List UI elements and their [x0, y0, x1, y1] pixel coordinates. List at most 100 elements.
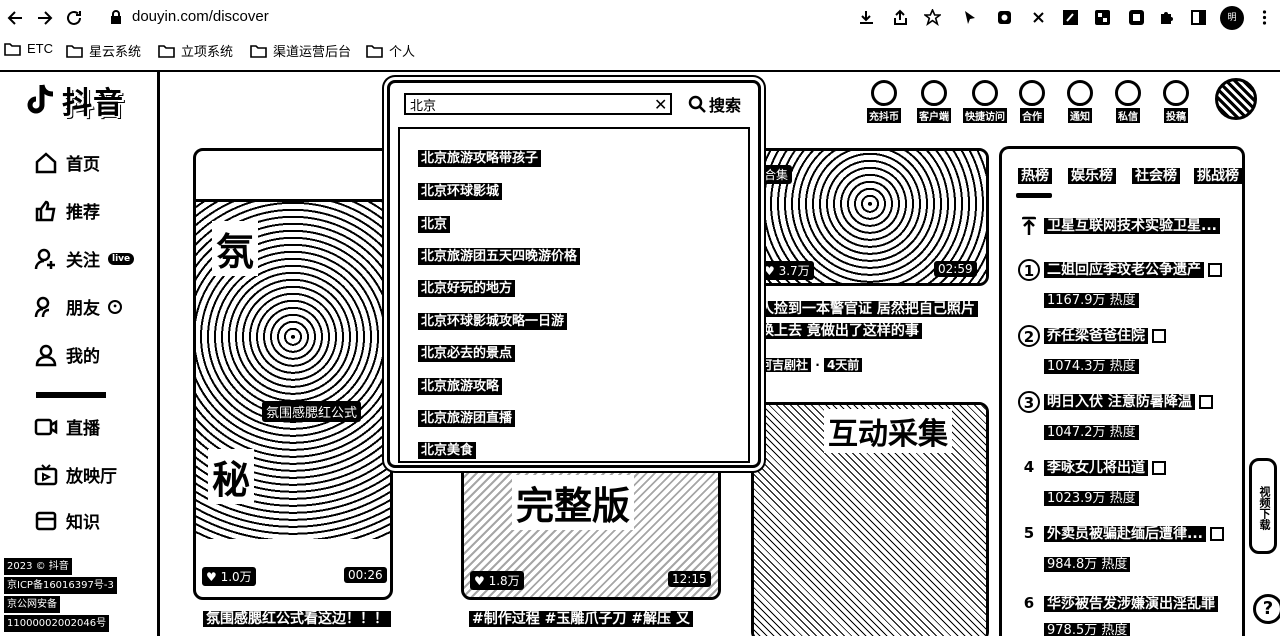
sidebar-item-follow[interactable]: 关注 live [34, 246, 135, 271]
sidebar-item-label: 直播 [66, 419, 100, 439]
main-content: 氛 秘 氛围感腮红公式 ♥ 1.0万 00:26 氛围感腮红公式看这边！！！ 完… [163, 72, 1280, 636]
video-title[interactable]: #制作过程 #玉雕爪子刀 #解压 又 [469, 608, 719, 630]
thumb-text: 氛 [212, 221, 259, 276]
url-field[interactable]: douyin.com/discover [132, 8, 269, 25]
hot-item[interactable]: 5 外卖员被骗赴缅后遭律... 984.8万 热度 [1018, 523, 1238, 579]
video-author[interactable]: 阿吉剧社 [757, 358, 812, 372]
help-button[interactable]: ? [1253, 594, 1280, 624]
search-button-label: 搜索 [709, 96, 742, 115]
profile-avatar[interactable]: 明 [1220, 6, 1244, 30]
sidebar-item-knowledge[interactable]: 知识 [34, 508, 100, 533]
police-record[interactable]: 京公网安备 [4, 596, 60, 613]
tab-society[interactable]: 社会榜 [1132, 165, 1180, 185]
cursor-ext-icon[interactable] [962, 9, 979, 26]
top-cooperate[interactable]: 合作 [1009, 80, 1055, 123]
bookmark-xingyun[interactable]: 星云系统 [66, 41, 141, 60]
sidebar-item-home[interactable]: 首页 [34, 150, 100, 175]
search-button[interactable]: 搜索 [688, 92, 741, 116]
video-card[interactable]: 氛 秘 氛围感腮红公式 ♥ 1.0万 00:26 [193, 148, 393, 600]
ext-square-icon[interactable] [1128, 9, 1145, 26]
suggestion-item[interactable]: 北京好玩的地方 [418, 277, 516, 297]
star-icon[interactable] [924, 9, 941, 26]
suggestion-item[interactable]: 北京旅游攻略 [418, 375, 503, 395]
suggestion-item[interactable]: 北京必去的景点 [418, 342, 516, 362]
video-download-float[interactable]: 视频下载 [1249, 458, 1277, 554]
top-recharge[interactable]: 充抖币 [861, 80, 907, 123]
top-notify[interactable]: 通知 [1057, 80, 1103, 123]
hot-rank: 1 [1018, 259, 1040, 281]
video-title[interactable]: 人捡到一本警官证 居然把自己照片换上去 竟做出了这样的事 [757, 298, 987, 342]
hot-item[interactable]: 4 李咏女儿将出道 1023.9万 热度 [1018, 457, 1238, 513]
video-title[interactable]: 氛围感腮红公式看这边！！！ [203, 608, 393, 630]
clear-icon[interactable]: ✕ [654, 95, 667, 114]
thumb-text: 互动采集 [824, 409, 952, 453]
user-avatar[interactable] [1215, 78, 1257, 120]
top-upload[interactable]: 投稿 [1153, 80, 1199, 123]
tab-hot[interactable]: 热榜 [1018, 165, 1052, 185]
bookmark-qudao[interactable]: 渠道运营后台 [250, 41, 351, 60]
suggestion-item[interactable]: 北京旅游团五天四晚游价格 [418, 245, 581, 265]
like-count: ♥ 1.8万 [470, 571, 524, 590]
tab-challenge[interactable]: 挑战榜 [1194, 165, 1242, 185]
more-icon[interactable] [1256, 9, 1273, 26]
hot-item[interactable]: 1 二姐回应李玟老公争遗产 1167.9万 热度 [1018, 259, 1238, 315]
hot-item[interactable]: 3 明日入伏 注意防暑降温 1047.2万 热度 [1018, 391, 1238, 447]
hot-title: 外卖员被骗赴缅后遭律... [1044, 523, 1224, 543]
friends-badge-icon: • [108, 299, 122, 314]
hot-rank: 4 [1023, 458, 1035, 476]
forward-icon[interactable] [34, 8, 54, 28]
sidebar-item-me[interactable]: 我的 [34, 342, 100, 367]
suggestion-item[interactable]: 北京 [418, 213, 451, 233]
top-client[interactable]: 客户端 [911, 80, 957, 123]
video-duration: 00:26 [344, 567, 387, 583]
hot-item[interactable]: 6 华莎被告发涉嫌演出淫乱罪 978.5万 热度 [1018, 593, 1238, 636]
sidebar-item-friends[interactable]: 朋友 • [34, 294, 122, 319]
top-message[interactable]: 私信 [1105, 80, 1151, 123]
search-input[interactable] [404, 93, 672, 115]
video-card[interactable]: 合集 ♥ 3.7万 02:59 [751, 148, 989, 286]
sidebar-item-label: 关注 [66, 251, 100, 271]
suggestion-item[interactable]: 北京环球影城攻略一日游 [418, 310, 568, 330]
pin-top-icon [1022, 216, 1036, 235]
suggestion-item[interactable]: 北京环球影城 [418, 180, 503, 200]
folder-icon [4, 42, 21, 56]
hot-heat: 978.5万 热度 [1044, 619, 1131, 636]
bookmark-label: 个人 [389, 44, 416, 59]
bookmark-etc[interactable]: ETC [4, 41, 53, 56]
hot-item[interactable]: 2 乔任梁爸爸住院 1074.3万 热度 [1018, 325, 1238, 381]
sidebar-toggle-icon[interactable] [1190, 9, 1207, 26]
sidebar-item-recommend[interactable]: 推荐 [34, 198, 100, 223]
collection-tag: 合集 [760, 165, 793, 184]
ext-grid-icon[interactable] [1094, 9, 1111, 26]
video-card[interactable]: 完整版 ♥ 1.8万 12:15 [461, 456, 721, 600]
bookmark-label: 立项系统 [181, 44, 234, 59]
puzzle-icon[interactable] [1158, 9, 1175, 26]
download-icon[interactable] [858, 9, 875, 26]
hot-label-icon [1208, 263, 1222, 277]
bookmark-lixiang[interactable]: 立项系统 [158, 41, 233, 60]
hot-label-icon [1209, 527, 1224, 541]
hot-pinned-item[interactable]: 卫星互联网技术实验卫星... [1018, 215, 1238, 239]
ext-pin-icon[interactable] [1062, 9, 1079, 26]
hot-title: 卫星互联网技术实验卫星... [1044, 215, 1220, 235]
suggestion-item[interactable]: 北京旅游团直播 [418, 407, 516, 427]
suggestion-item[interactable]: 北京旅游攻略带孩子 [418, 147, 542, 167]
douyin-logo[interactable]: 抖音 [24, 78, 124, 122]
lock-icon[interactable] [110, 10, 122, 24]
icp-license[interactable]: 京ICP备16016397号-3 [4, 577, 117, 594]
police-record-number[interactable]: 11000002002046号 [4, 615, 110, 632]
ext-box-icon[interactable] [996, 9, 1013, 26]
folder-icon [250, 44, 267, 58]
ext-x-icon[interactable] [1030, 9, 1047, 26]
top-quick-access[interactable]: 快捷访问 [959, 80, 1011, 123]
bookmark-personal[interactable]: 个人 [366, 41, 415, 60]
suggestion-item[interactable]: 北京美食 [418, 439, 477, 459]
reload-icon[interactable] [64, 8, 84, 28]
sidebar-item-theater[interactable]: 放映厅 [34, 462, 117, 487]
share-icon[interactable] [892, 9, 909, 26]
back-icon[interactable] [6, 8, 26, 28]
video-card[interactable]: 互动采集 [751, 402, 989, 636]
thumb-icon [35, 200, 56, 221]
sidebar-item-live[interactable]: 直播 [34, 414, 100, 439]
tab-entertainment[interactable]: 娱乐榜 [1068, 165, 1116, 185]
